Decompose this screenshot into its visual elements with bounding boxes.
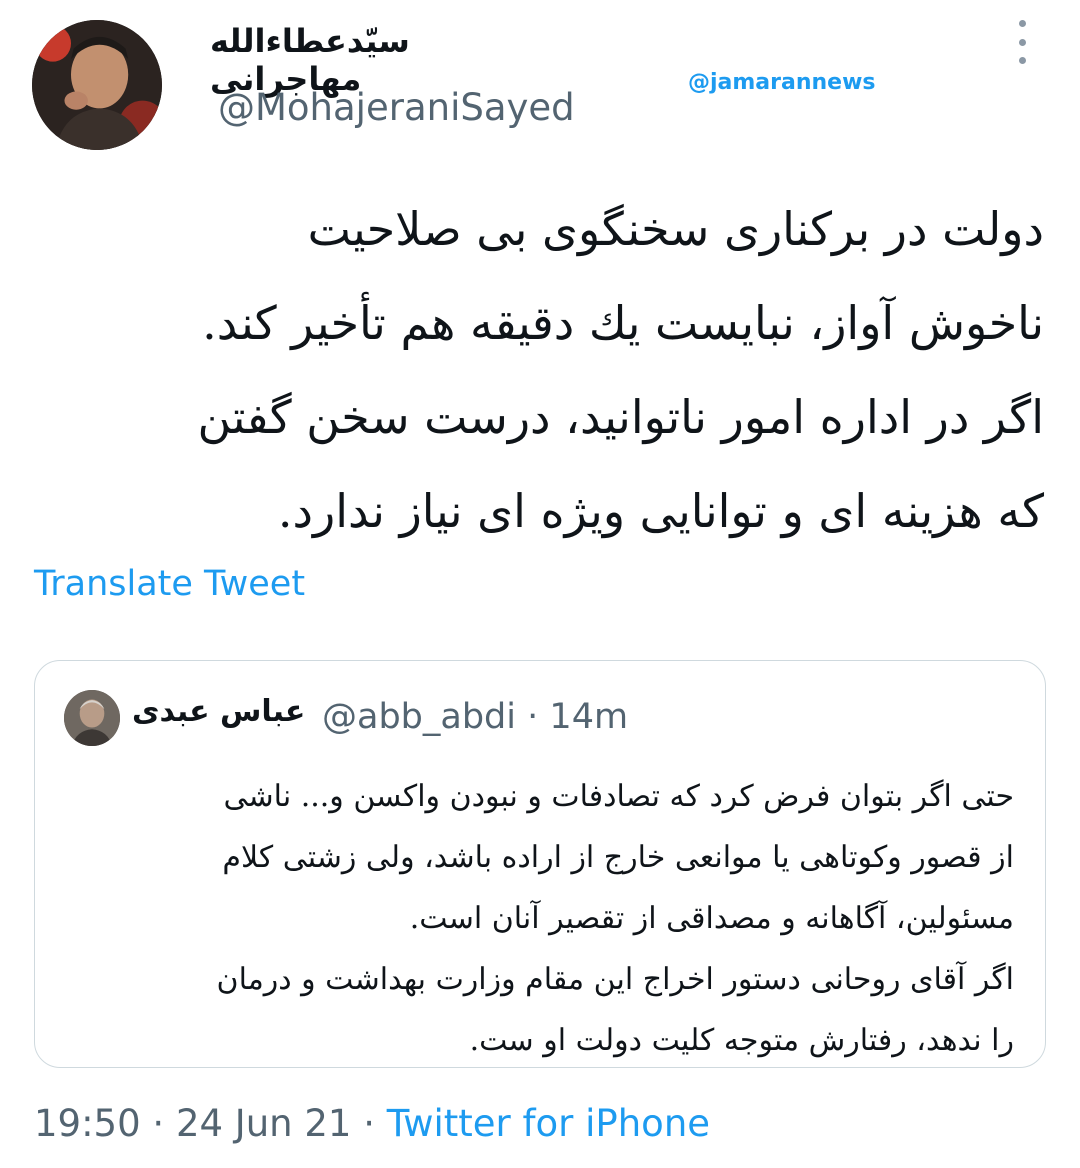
tweet-line: دولت در برکناری سخنگوی بی صلاحیت — [307, 202, 1044, 256]
tweet-date[interactable]: 24 Jun 21 — [176, 1102, 352, 1145]
quoted-line: از قصور وکوتاهی یا موانعی خارج از اراده … — [222, 840, 1014, 875]
tweet-line: اگر در اداره امور ناتوانید، درست سخن گفت… — [197, 390, 1044, 444]
tweet-time[interactable]: 19:50 — [34, 1102, 141, 1145]
quoted-author-handle[interactable]: @abb_abdi — [322, 697, 516, 737]
tweet-source-link[interactable]: Twitter for iPhone — [387, 1102, 710, 1145]
separator-dot: · — [363, 1102, 375, 1145]
separator-dot: · — [152, 1102, 165, 1145]
quoted-author-photo — [64, 690, 120, 746]
more-vertical-icon[interactable] — [1012, 20, 1032, 64]
quoted-line: را ندهد، رفتارش متوجه کلیت دولت او ست. — [469, 1023, 1014, 1058]
tweet-footer: 19:50 · 24 Jun 21 · Twitter for iPhone — [34, 1102, 710, 1145]
dot — [1018, 20, 1026, 27]
dot — [1018, 38, 1026, 46]
translate-tweet-link[interactable]: Translate Tweet — [34, 564, 305, 604]
watermark: @jamarannews — [688, 70, 876, 95]
quoted-author-avatar[interactable] — [64, 690, 120, 746]
quoted-author-name[interactable]: عباس عبدی — [132, 694, 305, 729]
quoted-tweet-text: حتی اگر بتوان فرض کرد که تصادفات و نبودن… — [60, 766, 1014, 1071]
quoted-meta: @abb_abdi · 14m — [322, 697, 628, 737]
author-handle[interactable]: @MohajeraniSayed — [218, 86, 575, 129]
quoted-line: مسئولین، آگاهانه و مصداقی از تقصیر آنان … — [409, 901, 1014, 936]
separator-dot: · — [527, 697, 539, 737]
quoted-time[interactable]: 14m — [549, 697, 628, 737]
author-avatar[interactable] — [32, 20, 162, 150]
tweet-line: که هزینه ای و توانایی ویژه ای نیاز ندارد… — [277, 484, 1044, 538]
quoted-line: حتی اگر بتوان فرض کرد که تصادفات و نبودن… — [223, 779, 1014, 814]
tweet-text: دولت در برکناری سخنگوی بی صلاحیت ناخوش آ… — [34, 182, 1044, 558]
dot — [1018, 57, 1026, 64]
author-photo — [32, 20, 162, 150]
tweet-line: ناخوش آواز، نبایست یك دقیقه هم تأخیر کند… — [202, 296, 1044, 350]
quoted-line: اگر آقای روحانی دستور اخراج این مقام وزا… — [216, 962, 1014, 997]
